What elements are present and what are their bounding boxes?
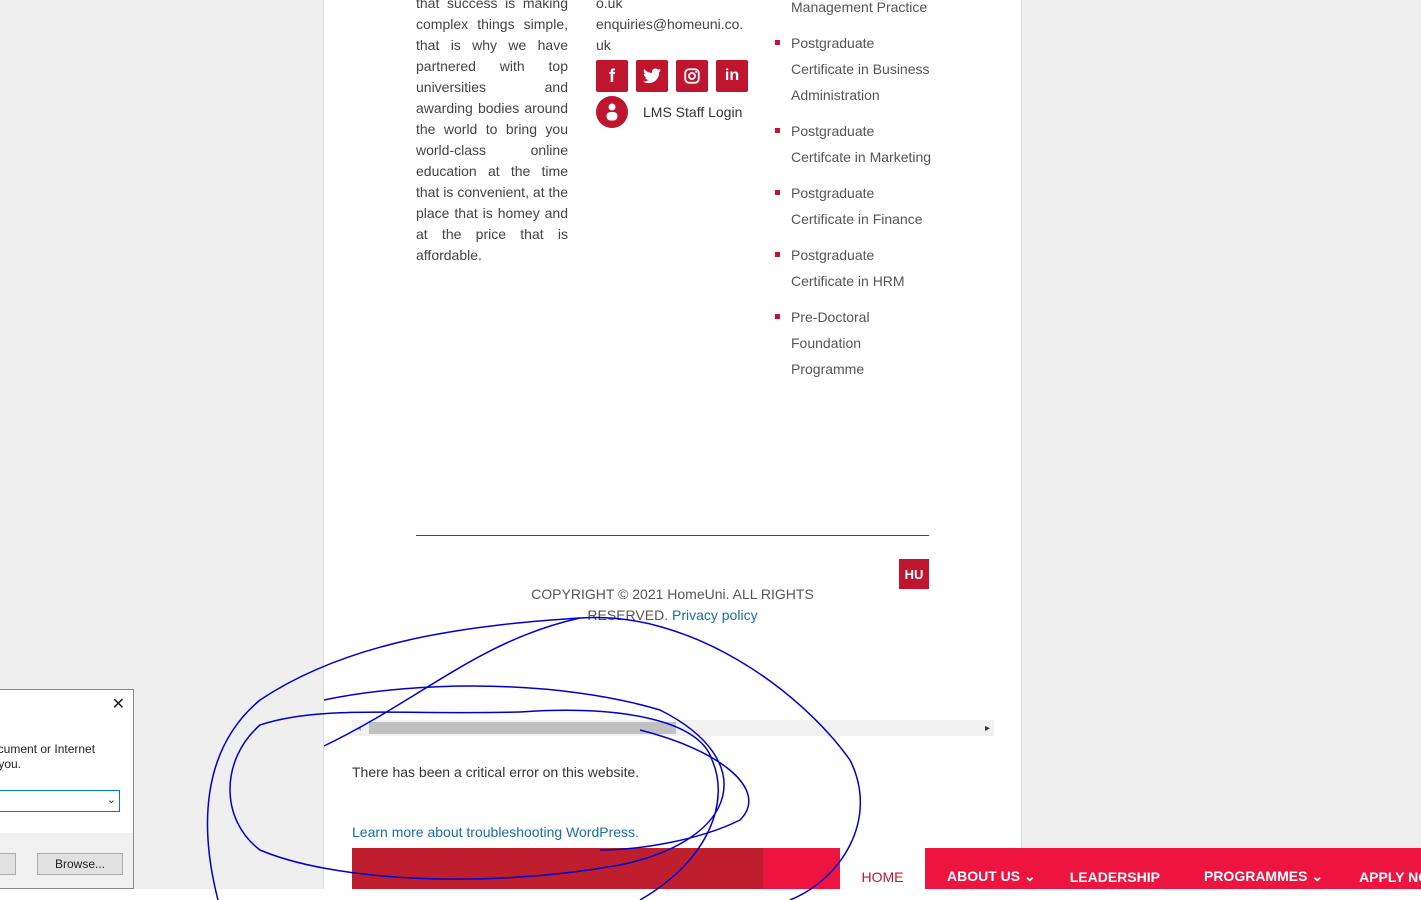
lms-login-label: LMS Staff Login bbox=[643, 104, 743, 120]
scrollbar-thumb[interactable] bbox=[369, 722, 676, 734]
dialog-footer: Browse... bbox=[0, 833, 133, 888]
contact-email-fragment[interactable]: o.uk bbox=[596, 0, 756, 14]
dialog-description: ocument or Internet r you. bbox=[0, 742, 95, 772]
social-links: f in bbox=[596, 60, 748, 92]
troubleshooting-link[interactable]: Learn more about troubleshooting WordPre… bbox=[352, 824, 639, 840]
programme-item[interactable]: Postgraduate Certificate in HRM bbox=[775, 242, 935, 294]
programme-item[interactable]: Postgraduate Certifcate in Marketing bbox=[775, 118, 935, 170]
critical-error-message: There has been a critical error on this … bbox=[352, 764, 640, 780]
privacy-policy-link[interactable]: Privacy policy bbox=[672, 607, 758, 623]
nav-about-us[interactable]: ABOUT US ⌄ bbox=[947, 868, 1036, 885]
programme-item[interactable]: Postgraduate Certificate in Business Adm… bbox=[775, 30, 935, 108]
footer-contact: o.uk enquiries@homeuni.co. uk bbox=[596, 0, 756, 56]
nav-apply-now[interactable]: APPLY NOW bbox=[1359, 869, 1421, 885]
dialog-text-line: ocument or Internet bbox=[0, 742, 96, 756]
main-nav: ABOUT US ⌄ LEADERSHIP PROGRAMMES ⌄ APPLY… bbox=[925, 848, 1421, 889]
facebook-icon[interactable]: f bbox=[596, 60, 628, 92]
nav-left-band bbox=[352, 848, 763, 889]
contact-email-end[interactable]: uk bbox=[596, 35, 756, 56]
footer-divider bbox=[416, 535, 929, 536]
copyright-notice: COPYRIGHT © 2021 HomeUni. ALL RIGHTS RES… bbox=[520, 584, 825, 626]
programmes-list: Management Practice Postgraduate Certifi… bbox=[775, 0, 935, 392]
ok-button[interactable] bbox=[0, 853, 16, 875]
footer-about-text: that success is making complex things si… bbox=[416, 0, 568, 263]
user-icon bbox=[596, 96, 628, 128]
homeuni-logo[interactable]: HU bbox=[899, 559, 929, 589]
close-icon[interactable]: ✕ bbox=[112, 694, 125, 714]
chevron-down-icon[interactable]: ⌄ bbox=[107, 793, 116, 806]
chevron-down-icon: ⌄ bbox=[1311, 868, 1324, 884]
programme-item[interactable]: Postgraduate Certificate in Finance bbox=[775, 180, 935, 232]
horizontal-scrollbar[interactable]: ◂ ▸ bbox=[352, 720, 994, 736]
nav-home[interactable]: HOME bbox=[840, 848, 925, 889]
programme-item[interactable]: Pre-Doctoral Foundation Programme bbox=[775, 304, 935, 382]
nav-programmes[interactable]: PROGRAMMES ⌄ bbox=[1204, 868, 1323, 885]
lms-staff-login[interactable]: LMS Staff Login bbox=[596, 96, 742, 128]
file-open-dialog: ✕ ocument or Internet r you. ⌄ Browse... bbox=[0, 689, 134, 889]
bottom-strip bbox=[0, 889, 1421, 900]
nav-leadership[interactable]: LEADERSHIP bbox=[1070, 869, 1160, 885]
scroll-right-icon[interactable]: ▸ bbox=[985, 723, 990, 734]
scroll-left-icon[interactable]: ◂ bbox=[356, 723, 361, 734]
nav-accent-band bbox=[763, 848, 840, 889]
contact-email[interactable]: enquiries@homeuni.co. bbox=[596, 14, 756, 35]
programme-item[interactable]: Management Practice bbox=[775, 0, 935, 20]
path-combobox[interactable]: ⌄ bbox=[0, 790, 120, 812]
instagram-icon[interactable] bbox=[676, 60, 708, 92]
chevron-down-icon: ⌄ bbox=[1024, 868, 1036, 884]
dialog-text-line: r you. bbox=[0, 757, 22, 771]
linkedin-icon[interactable]: in bbox=[716, 60, 748, 92]
twitter-icon[interactable] bbox=[636, 60, 668, 92]
browse-button[interactable]: Browse... bbox=[37, 853, 123, 875]
